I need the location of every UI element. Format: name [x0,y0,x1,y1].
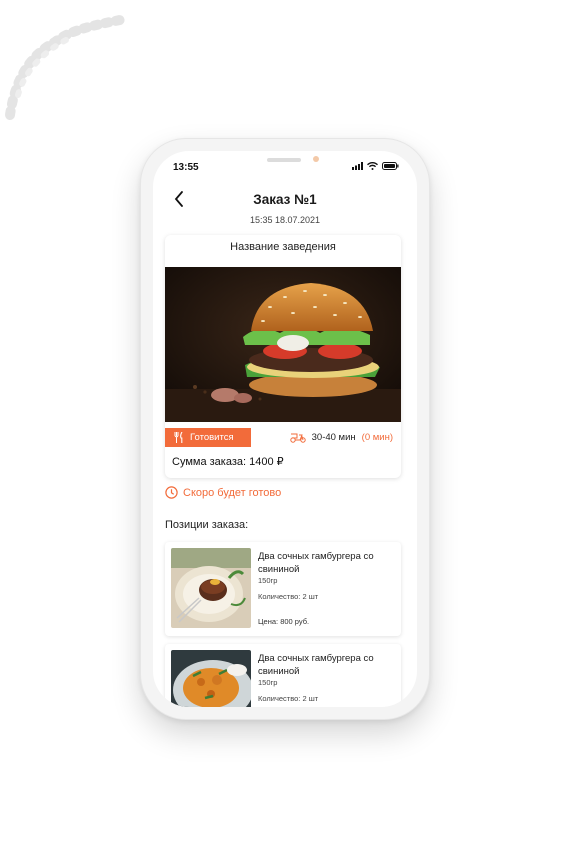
item-name: Два сочных гамбургера со свининой [258,551,374,575]
delivery-time: 30-40 мин [311,431,356,443]
status-badge: Готовится [165,428,251,447]
camera-dot [313,156,319,162]
curry-photo [171,650,251,707]
item-weight: 150гр [258,576,278,585]
top-header: Заказ №1 [153,185,417,215]
background-splash-decoration [5,15,125,120]
burger-photo [165,267,401,422]
item-price: Цена: 800 руб. [258,617,310,626]
order-item[interactable]: Два сочных гамбургера со свининой 150гр … [165,542,401,636]
ready-notice: Скоро будет готово [165,486,281,499]
status-time: 13:55 [173,162,199,173]
clock-icon [165,486,178,499]
status-label: Готовится [190,432,234,443]
phone-frame: 13:55 Заказ №1 15:35 18.07.2021 Название… [140,138,430,720]
fork-knife-icon [174,432,183,443]
order-total: Сумма заказа: 1400 ₽ [172,456,284,468]
order-card: Название заведения Готовится 30-40 мин (… [165,235,401,478]
positions-title: Позиции заказа: [165,519,249,531]
venue-name[interactable]: Название заведения [165,241,401,253]
battery-icon [382,162,399,170]
app-screen: 13:55 Заказ №1 15:35 18.07.2021 Название… [153,151,417,707]
item-name: Два сочных гамбургера со свининой [258,653,374,677]
status-icons [352,162,399,170]
page-title: Заказ №1 [253,192,317,207]
order-item[interactable]: Два сочных гамбургера со свининой 150гр … [165,644,401,707]
delivery-scooter-icon [289,433,306,443]
speaker-notch [267,158,301,162]
item-quantity: Количество: 2 шт [258,694,319,703]
steak-photo [171,548,251,628]
delivery-info: 30-40 мин (0 мин) [289,431,393,443]
wifi-icon [367,162,378,170]
order-date: 15:35 18.07.2021 [249,215,321,225]
ready-notice-text: Скоро будет готово [183,486,282,499]
delivery-extra: (0 мин) [361,431,393,443]
signal-icon [352,162,363,170]
status-bar: 13:55 [153,151,417,183]
item-weight: 150гр [258,678,278,687]
item-quantity: Количество: 2 шт [258,592,319,601]
